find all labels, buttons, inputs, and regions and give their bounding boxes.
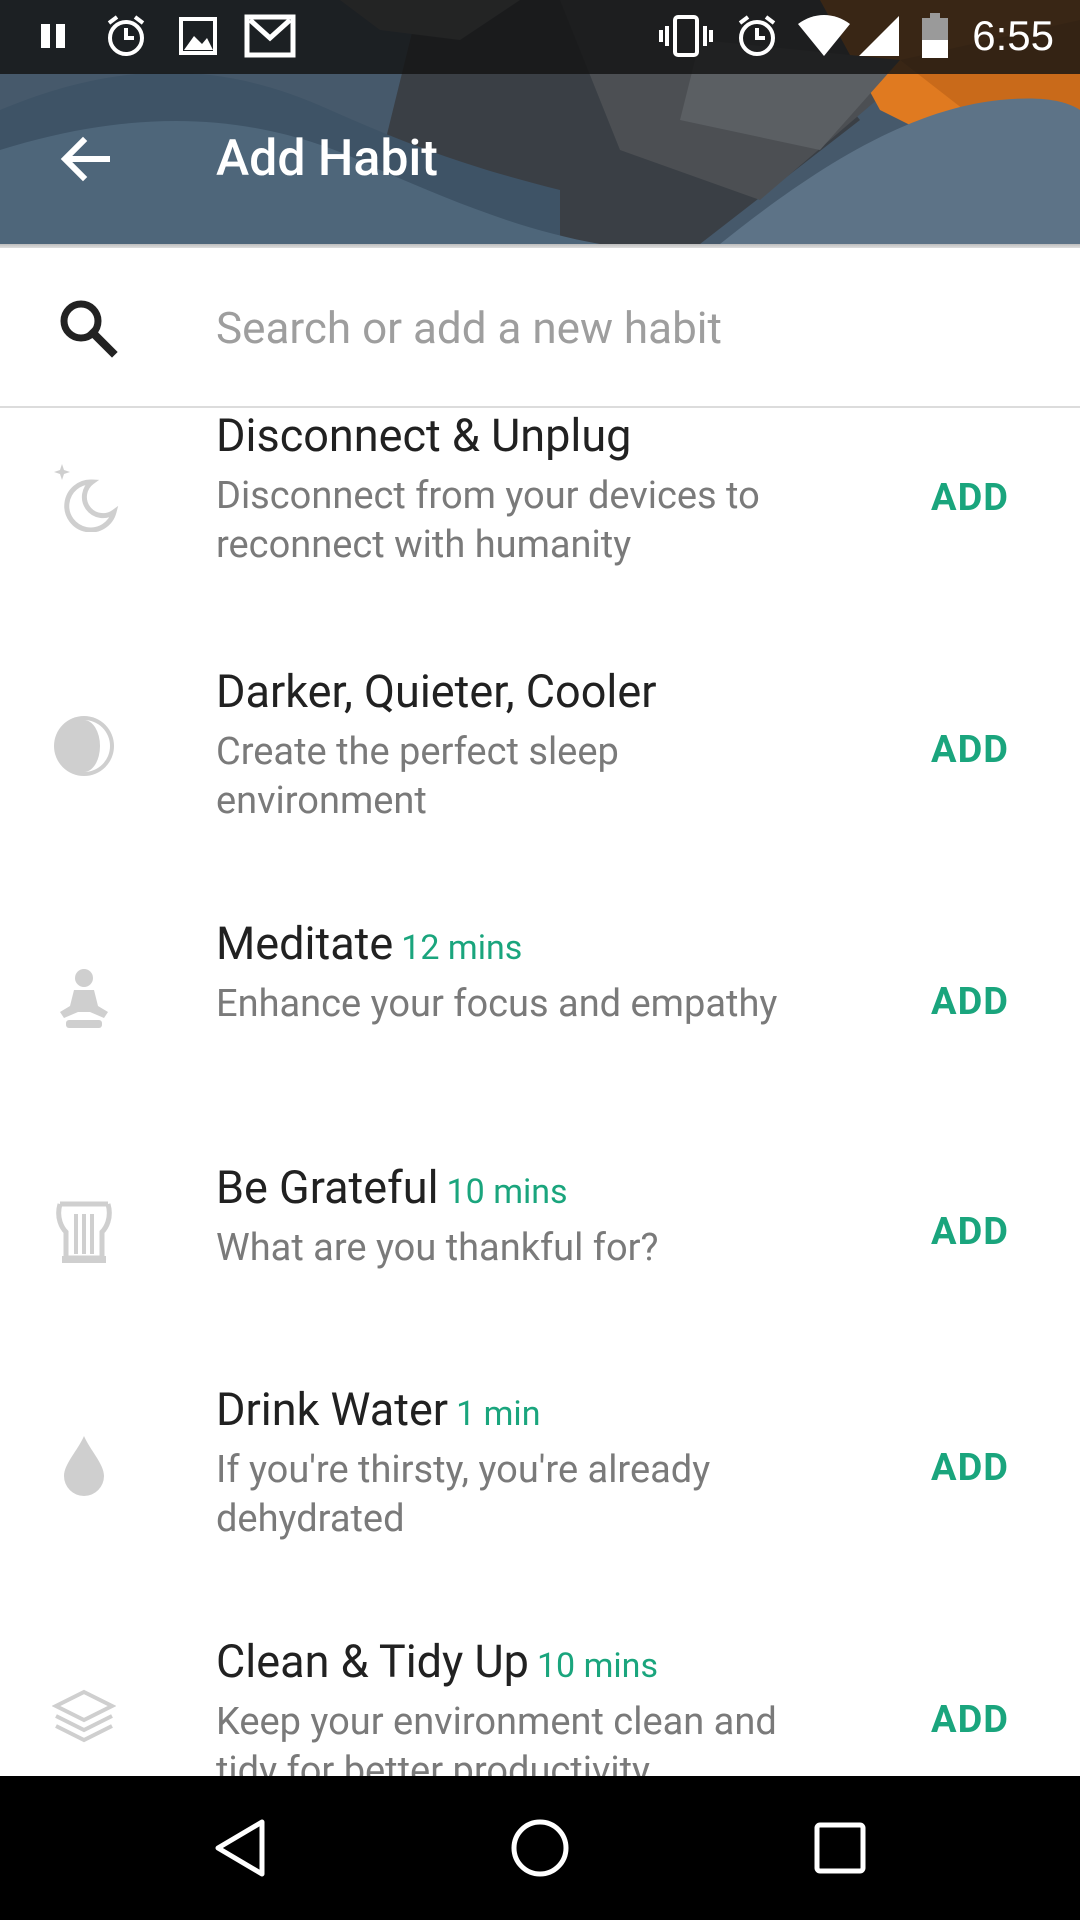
habit-text: Be Grateful 10 mins What are you thankful…: [216, 1158, 796, 1273]
habit-description: Keep your environment clean and tidy for…: [216, 1700, 777, 1776]
arrow-back-icon: [60, 136, 110, 182]
habit-description: Disconnect from your devices to reconnec…: [216, 474, 760, 567]
pause-icon: [34, 10, 74, 62]
recents-square-icon: [814, 1822, 866, 1874]
add-button[interactable]: ADD: [900, 1680, 1040, 1760]
back-triangle-icon: [215, 1819, 265, 1877]
habit-title-text: Drink Water: [216, 1383, 449, 1436]
stack-icon: [48, 1682, 120, 1754]
system-nav-bar: [0, 1776, 1080, 1920]
habit-title-text: Disconnect & Unplug: [216, 410, 632, 462]
habit-description: What are you thankful for?: [216, 1226, 659, 1270]
list-item[interactable]: Drink Water 1 min If you're thirsty, you'…: [0, 1380, 1080, 1632]
page-title: Add Habit: [216, 130, 438, 188]
habit-title: Darker, Quieter, Cooler: [216, 662, 796, 726]
alarm-icon: [100, 10, 152, 62]
add-button[interactable]: ADD: [900, 1192, 1040, 1272]
search-icon[interactable]: [48, 288, 128, 368]
habit-description: If you're thirsty, you're already dehydr…: [216, 1448, 711, 1541]
app-header: 6:55 Add Habit: [0, 0, 1080, 244]
habit-duration: 1 min: [456, 1394, 541, 1434]
habit-list: Disconnect & Unplug Disconnect from your…: [0, 410, 1080, 1776]
alarm-icon: [732, 10, 782, 62]
habit-description: Create the perfect sleep environment: [216, 730, 619, 823]
search-bar: [0, 248, 1080, 408]
add-button[interactable]: ADD: [900, 458, 1040, 538]
add-button[interactable]: ADD: [900, 962, 1040, 1042]
water-drop-icon: [48, 1430, 120, 1502]
habit-text: Clean & Tidy Up 10 mins Keep your environ…: [216, 1632, 796, 1776]
habit-text: Drink Water 1 min If you're thirsty, you'…: [216, 1380, 796, 1544]
list-item[interactable]: Meditate 12 mins Enhance your focus and e…: [0, 914, 1080, 1166]
meditation-icon: [48, 962, 120, 1034]
habit-title-text: Clean & Tidy Up: [216, 1635, 529, 1688]
habit-duration: 10 mins: [536, 1646, 658, 1686]
list-item[interactable]: Disconnect & Unplug Disconnect from your…: [0, 410, 1080, 662]
back-button[interactable]: [40, 114, 130, 204]
habit-title-text: Darker, Quieter, Cooler: [216, 665, 657, 718]
list-item[interactable]: Darker, Quieter, Cooler Create the perfe…: [0, 662, 1080, 914]
habit-title: Be Grateful 10 mins: [216, 1158, 796, 1222]
list-item[interactable]: Clean & Tidy Up 10 mins Keep your environ…: [0, 1632, 1080, 1776]
habit-duration: 10 mins: [446, 1172, 568, 1212]
add-button[interactable]: ADD: [900, 710, 1040, 790]
search-input[interactable]: [216, 288, 1036, 368]
habit-text: Darker, Quieter, Cooler Create the perfe…: [216, 662, 796, 826]
home-circle-icon: [511, 1819, 569, 1877]
lyre-icon: [48, 1196, 120, 1268]
nav-home-button[interactable]: [480, 1798, 600, 1898]
add-habit-screen: 6:55 Add Habit Search or add a new habit…: [0, 0, 1080, 1920]
habit-title: Clean & Tidy Up 10 mins: [216, 1632, 796, 1696]
habit-title: Meditate 12 mins: [216, 914, 796, 978]
signal-icon: [856, 10, 902, 62]
status-bar: 6:55: [0, 0, 1080, 74]
nav-recents-button[interactable]: [780, 1798, 900, 1898]
habit-title-text: Meditate: [216, 917, 394, 970]
habit-title: Drink Water 1 min: [216, 1380, 796, 1444]
nav-back-button[interactable]: [180, 1798, 300, 1898]
wifi-icon: [796, 10, 852, 62]
status-time: 6:55: [972, 12, 1054, 59]
habit-title: Disconnect & Unplug: [216, 410, 796, 470]
habit-text: Disconnect & Unplug Disconnect from your…: [216, 410, 796, 570]
toolbar: Add Habit: [0, 74, 1080, 244]
image-icon: [176, 10, 220, 62]
habit-text: Meditate 12 mins Enhance your focus and e…: [216, 914, 796, 1029]
habit-title-text: Be Grateful: [216, 1161, 439, 1214]
habit-duration: 12 mins: [401, 928, 523, 968]
habit-description: Enhance your focus and empathy: [216, 982, 778, 1026]
moon-star-icon: [48, 460, 120, 532]
half-circle-icon: [48, 710, 120, 782]
vibrate-icon: [656, 10, 716, 62]
gmail-icon: [242, 10, 298, 62]
battery-icon: [918, 10, 952, 62]
add-button[interactable]: ADD: [900, 1428, 1040, 1508]
